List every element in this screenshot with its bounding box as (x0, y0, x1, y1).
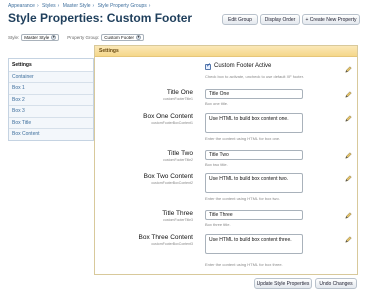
breadcrumb-separator-icon: › (92, 3, 95, 9)
box-two-content-textarea[interactable]: Use HTML to build box content two. (205, 173, 303, 193)
pencil-edit-icon[interactable] (345, 91, 352, 98)
property-group-select[interactable]: Custom Footer ▾ (101, 34, 145, 41)
title-three-key: customFooterTitle3 (163, 218, 193, 222)
breadcrumb-styles[interactable]: Styles (42, 3, 56, 9)
pencil-edit-icon[interactable] (345, 152, 352, 159)
title-one-label: Title One (166, 89, 193, 96)
title-three-label: Title Three (162, 210, 193, 217)
breadcrumb-separator-icon: › (57, 3, 60, 9)
box-two-content-label: Box Two Content (143, 173, 193, 180)
property-group-filter-label: Property Group: (67, 35, 100, 40)
box-one-content-hint: Enter the content using HTML for box one… (205, 136, 281, 141)
title-two-key: customFooterTitle2 (163, 158, 193, 162)
custom-footer-active-checkbox[interactable] (205, 62, 211, 70)
title-one-hint: Box one title. (205, 101, 229, 106)
custom-footer-active-label: Custom Footer Active (214, 63, 272, 69)
pencil-edit-icon[interactable] (345, 236, 352, 243)
title-two-input[interactable]: Title Two (205, 150, 303, 160)
breadcrumb-master-style[interactable]: Master Style (63, 3, 91, 9)
pencil-edit-icon[interactable] (345, 175, 352, 182)
box-three-content-key: customFooterBoxContent3 (151, 242, 193, 246)
sidebar-item-box-title[interactable]: Box Title (9, 116, 93, 128)
box-three-content-textarea[interactable]: Use HTML to build box content three. (205, 234, 303, 254)
box-two-content-hint: Enter the content using HTML for box two… (205, 196, 280, 201)
box-one-content-key: customFooterBoxContent1 (151, 121, 193, 125)
edit-group-button[interactable]: Edit Group (222, 14, 258, 25)
settings-header: Settings (95, 46, 357, 57)
breadcrumb-style-property-groups[interactable]: Style Property Groups (98, 3, 147, 9)
title-two-label: Title Two (167, 150, 193, 157)
box-three-content-hint: Enter the content using HTML for box thr… (205, 262, 283, 267)
breadcrumb: Appearance › Styles › Master Style › Style … (8, 3, 152, 9)
display-order-button[interactable]: Display Order (260, 14, 300, 25)
title-two-hint: Box two title. (205, 162, 228, 167)
chevron-down-icon: ▾ (51, 35, 57, 40)
box-three-content-label: Box Three Content (138, 234, 193, 241)
box-one-content-textarea[interactable]: Use HTML to build box content one. (205, 113, 303, 133)
style-filter-label: Style: (8, 35, 20, 40)
sidebar-item-box-content[interactable]: Box Content (9, 128, 93, 140)
title-one-key: customFooterTitle1 (163, 97, 193, 101)
pencil-edit-icon[interactable] (345, 66, 352, 73)
chevron-down-icon: ▾ (136, 35, 142, 40)
settings-panel: Settings Custom Footer Active Check box … (94, 45, 358, 275)
create-new-property-button[interactable]: + Create New Property (302, 14, 360, 25)
sidebar: Settings Container Box 1 Box 2 Box 3 Box… (8, 58, 94, 141)
sidebar-item-settings[interactable]: Settings (9, 59, 93, 71)
undo-changes-button[interactable]: Undo Changes (315, 278, 357, 289)
custom-footer-active-hint: Check box to activate, uncheck to use de… (205, 74, 304, 79)
title-three-hint: Box three title. (205, 222, 231, 227)
box-one-content-label: Box One Content (143, 113, 193, 120)
sidebar-item-box-3[interactable]: Box 3 (9, 105, 93, 117)
sidebar-item-container[interactable]: Container (9, 70, 93, 82)
property-group-select-value: Custom Footer (104, 35, 135, 40)
title-one-input[interactable]: Title One (205, 89, 303, 99)
breadcrumb-separator-icon: › (36, 3, 39, 9)
update-style-properties-button[interactable]: Update Style Properties (254, 278, 312, 289)
breadcrumb-separator-icon: › (148, 3, 151, 9)
breadcrumb-appearance[interactable]: Appearance (8, 3, 35, 9)
title-three-input[interactable]: Title Three (205, 210, 303, 220)
style-select[interactable]: Master Style ▾ (21, 34, 60, 41)
page-title: Style Properties: Custom Footer (8, 11, 193, 25)
filter-row: Style: Master Style ▾ Property Group: Cu… (8, 34, 145, 41)
sidebar-item-box-2[interactable]: Box 2 (9, 93, 93, 105)
pencil-edit-icon[interactable] (345, 212, 352, 219)
style-select-value: Master Style (24, 35, 50, 40)
box-two-content-key: customFooterBoxContent2 (151, 181, 193, 185)
pencil-edit-icon[interactable] (345, 115, 352, 122)
sidebar-item-box-1[interactable]: Box 1 (9, 82, 93, 94)
